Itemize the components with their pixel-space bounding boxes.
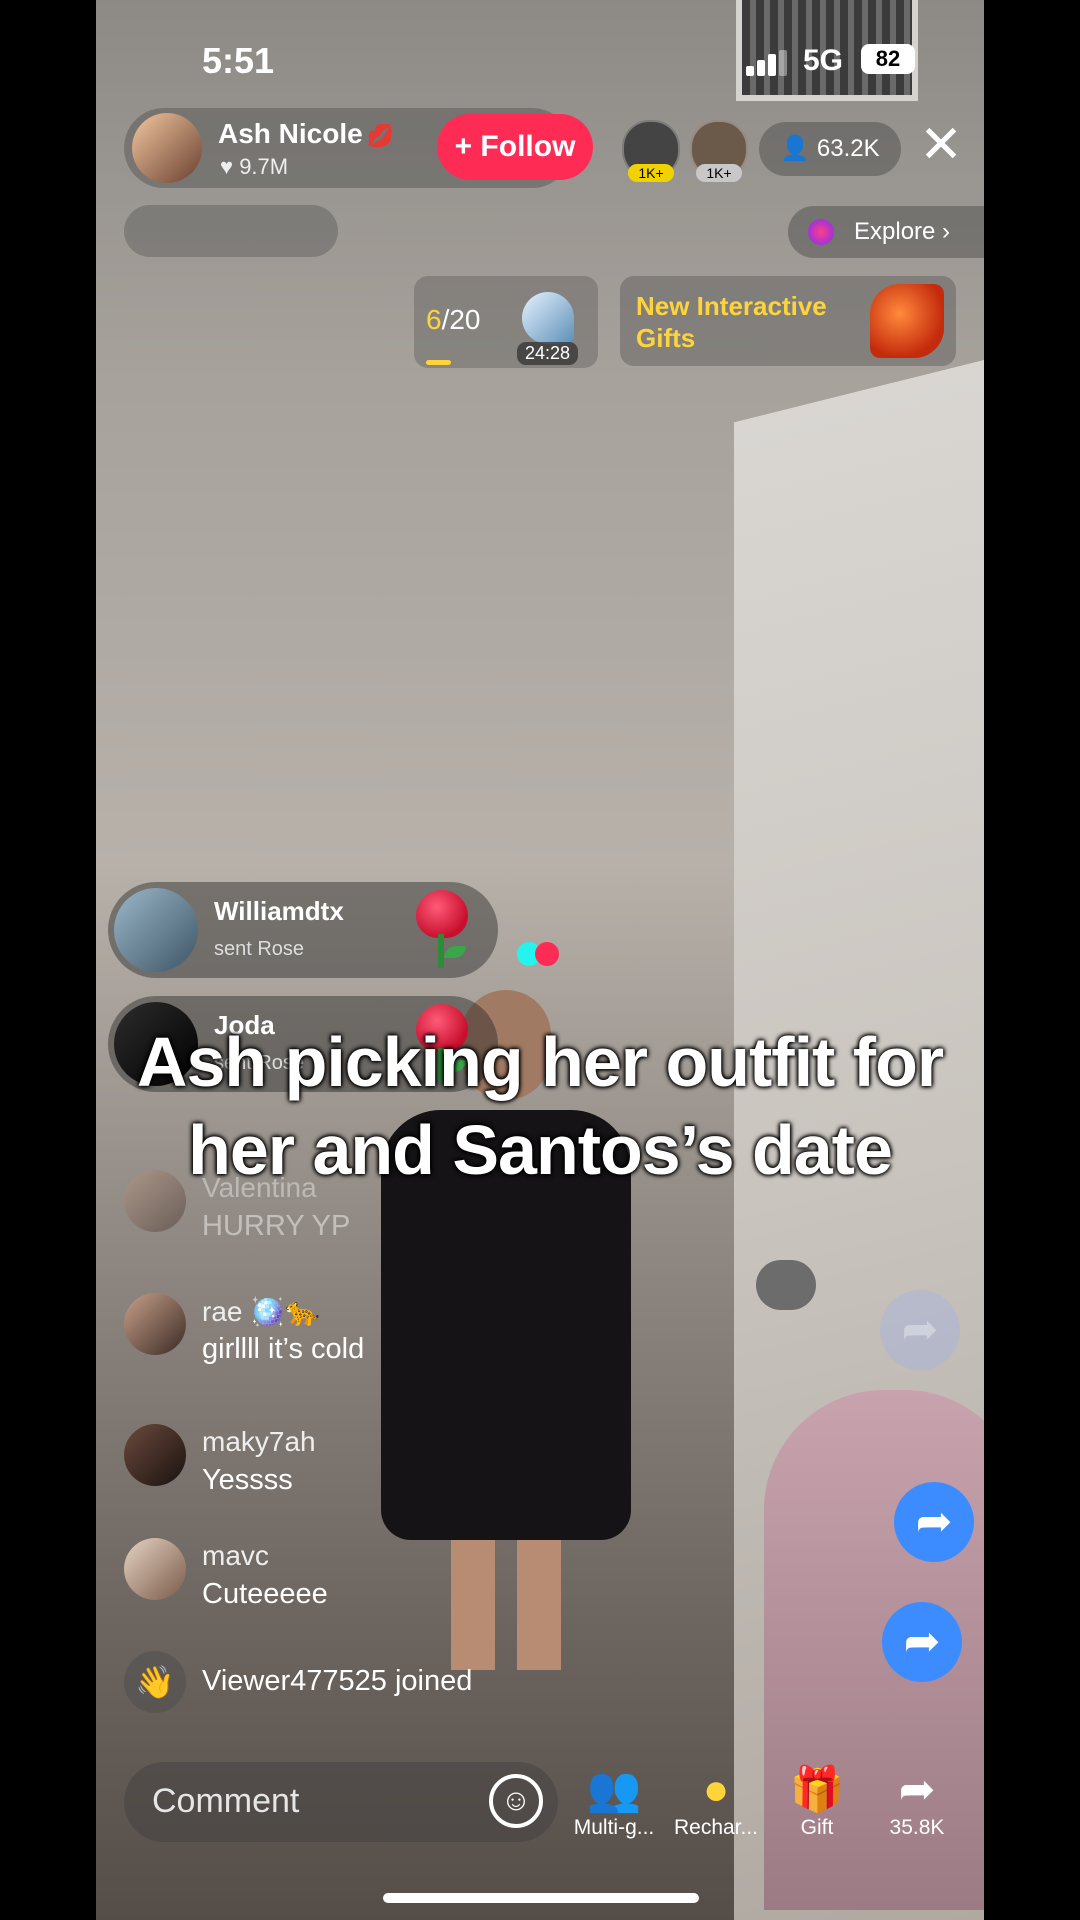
- rose-icon: [404, 888, 476, 968]
- share-button[interactable]: ➦: [882, 1602, 962, 1682]
- gift-action: sent Rose: [214, 938, 305, 960]
- explore-button[interactable]: Explore ›: [788, 206, 984, 258]
- explore-orb-icon: [808, 219, 834, 245]
- goal-total: /20: [441, 304, 481, 335]
- chat-username: Valentina: [202, 1172, 317, 1203]
- goal-current: 6: [426, 304, 442, 335]
- share-icon: ➦: [898, 1765, 936, 1814]
- clock: 5:51: [202, 40, 275, 81]
- comment-input[interactable]: Comment ☺: [124, 1762, 558, 1842]
- door-knob: [756, 1260, 816, 1310]
- chat-text: HURRY YP: [202, 1210, 351, 1242]
- chat-text: Cuteeeee: [202, 1578, 328, 1610]
- avatar: [124, 1170, 186, 1232]
- join-text: Viewer477525 joined: [202, 1665, 473, 1697]
- share-count: 35.8K: [889, 1816, 945, 1839]
- viewer-count[interactable]: 👤 63.2K: [759, 122, 901, 176]
- host-name: Ash Nicole: [218, 118, 363, 149]
- lips-icon: 💋: [366, 123, 395, 148]
- heart-icon: ♥: [220, 154, 240, 179]
- recharge-icon: ●: [702, 1765, 730, 1814]
- gift-notification: Williamdtx sent Rose: [108, 882, 498, 978]
- share-button[interactable]: ➦: [894, 1482, 974, 1562]
- rank-badge: 1K+: [628, 164, 674, 182]
- top-viewer-avatar[interactable]: 1K+: [690, 120, 748, 182]
- comment-placeholder: Comment: [152, 1782, 300, 1820]
- multi-guest-icon: 👥: [586, 1765, 642, 1814]
- chat-username: rae 🪩🐆: [202, 1296, 320, 1327]
- home-indicator[interactable]: [383, 1893, 699, 1903]
- chat-username: maky7ah: [202, 1426, 316, 1457]
- loading-dots-icon: [517, 942, 559, 971]
- caption-line-1: Ash picking her outfit for: [136, 1023, 944, 1101]
- bottom-bar: Comment ☺ 👥 Multi-g... ● Rechar... 🎁 Gif…: [96, 1760, 984, 1850]
- signal-icon: [746, 50, 787, 76]
- interactive-gifts-banner[interactable]: New Interactive Gifts: [620, 276, 956, 366]
- gift-goal-widget[interactable]: 6/20 24:28: [414, 276, 598, 368]
- rank-badge: 1K+: [696, 164, 742, 182]
- host-info[interactable]: Ash Nicole 💋 ♥ 9.7M + Follow: [124, 108, 593, 188]
- wave-hand-icon: 👋: [124, 1651, 186, 1713]
- shark-gift-icon: [522, 292, 574, 344]
- explore-label: Explore: [854, 218, 936, 245]
- avatar: [114, 888, 198, 972]
- action-label: Multi-g...: [573, 1816, 655, 1839]
- multi-guest-button[interactable]: 👥 Multi-g...: [569, 1764, 659, 1840]
- gift-button[interactable]: 🎁 Gift: [772, 1764, 862, 1840]
- person-icon: 👤: [780, 135, 817, 162]
- legs: [451, 1540, 561, 1670]
- chat-text: Yessss: [202, 1464, 293, 1496]
- action-label: Gift: [800, 1816, 834, 1839]
- action-label: Rechar...: [673, 1816, 759, 1839]
- share-icon: ➦: [880, 1290, 960, 1370]
- gift-icon: 🎁: [789, 1765, 845, 1814]
- avatar: [124, 1293, 186, 1355]
- chat-username: mavc: [202, 1540, 269, 1571]
- battery-icon: 82: [861, 44, 915, 74]
- share-count-button[interactable]: ➦ 35.8K: [872, 1764, 962, 1840]
- goal-progress-bar: [426, 360, 451, 365]
- status-bar: 5:51 5G 82: [96, 30, 984, 90]
- viewer-count-label: 63.2K: [816, 135, 880, 162]
- follow-button[interactable]: + Follow: [437, 114, 593, 180]
- dragon-gift-icon: [870, 284, 944, 358]
- avatar: [124, 1424, 186, 1486]
- close-icon[interactable]: ✕: [916, 119, 966, 171]
- gift-sender: Williamdtx: [214, 896, 344, 926]
- video-caption: Ash picking her outfit for her and Santo…: [96, 1018, 984, 1194]
- live-video: 5:51 5G 82 Ash Nicole 💋 ♥ 9.7M + Follow 1…: [96, 0, 984, 1920]
- network-type: 5G: [803, 44, 844, 77]
- ranking-pill[interactable]: [124, 205, 338, 257]
- chat-text: girllll it’s cold: [202, 1333, 365, 1365]
- goal-timer: 24:28: [517, 342, 579, 365]
- host-avatar[interactable]: [132, 113, 202, 183]
- gifts-banner-text: New Interactive Gifts: [636, 291, 827, 353]
- emoji-icon[interactable]: ☺: [489, 1774, 543, 1828]
- host-likes: 9.7M: [239, 154, 289, 179]
- avatar: [124, 1538, 186, 1600]
- top-viewer-avatar[interactable]: 1K+: [622, 120, 680, 182]
- recharge-button[interactable]: ● Rechar...: [671, 1764, 761, 1840]
